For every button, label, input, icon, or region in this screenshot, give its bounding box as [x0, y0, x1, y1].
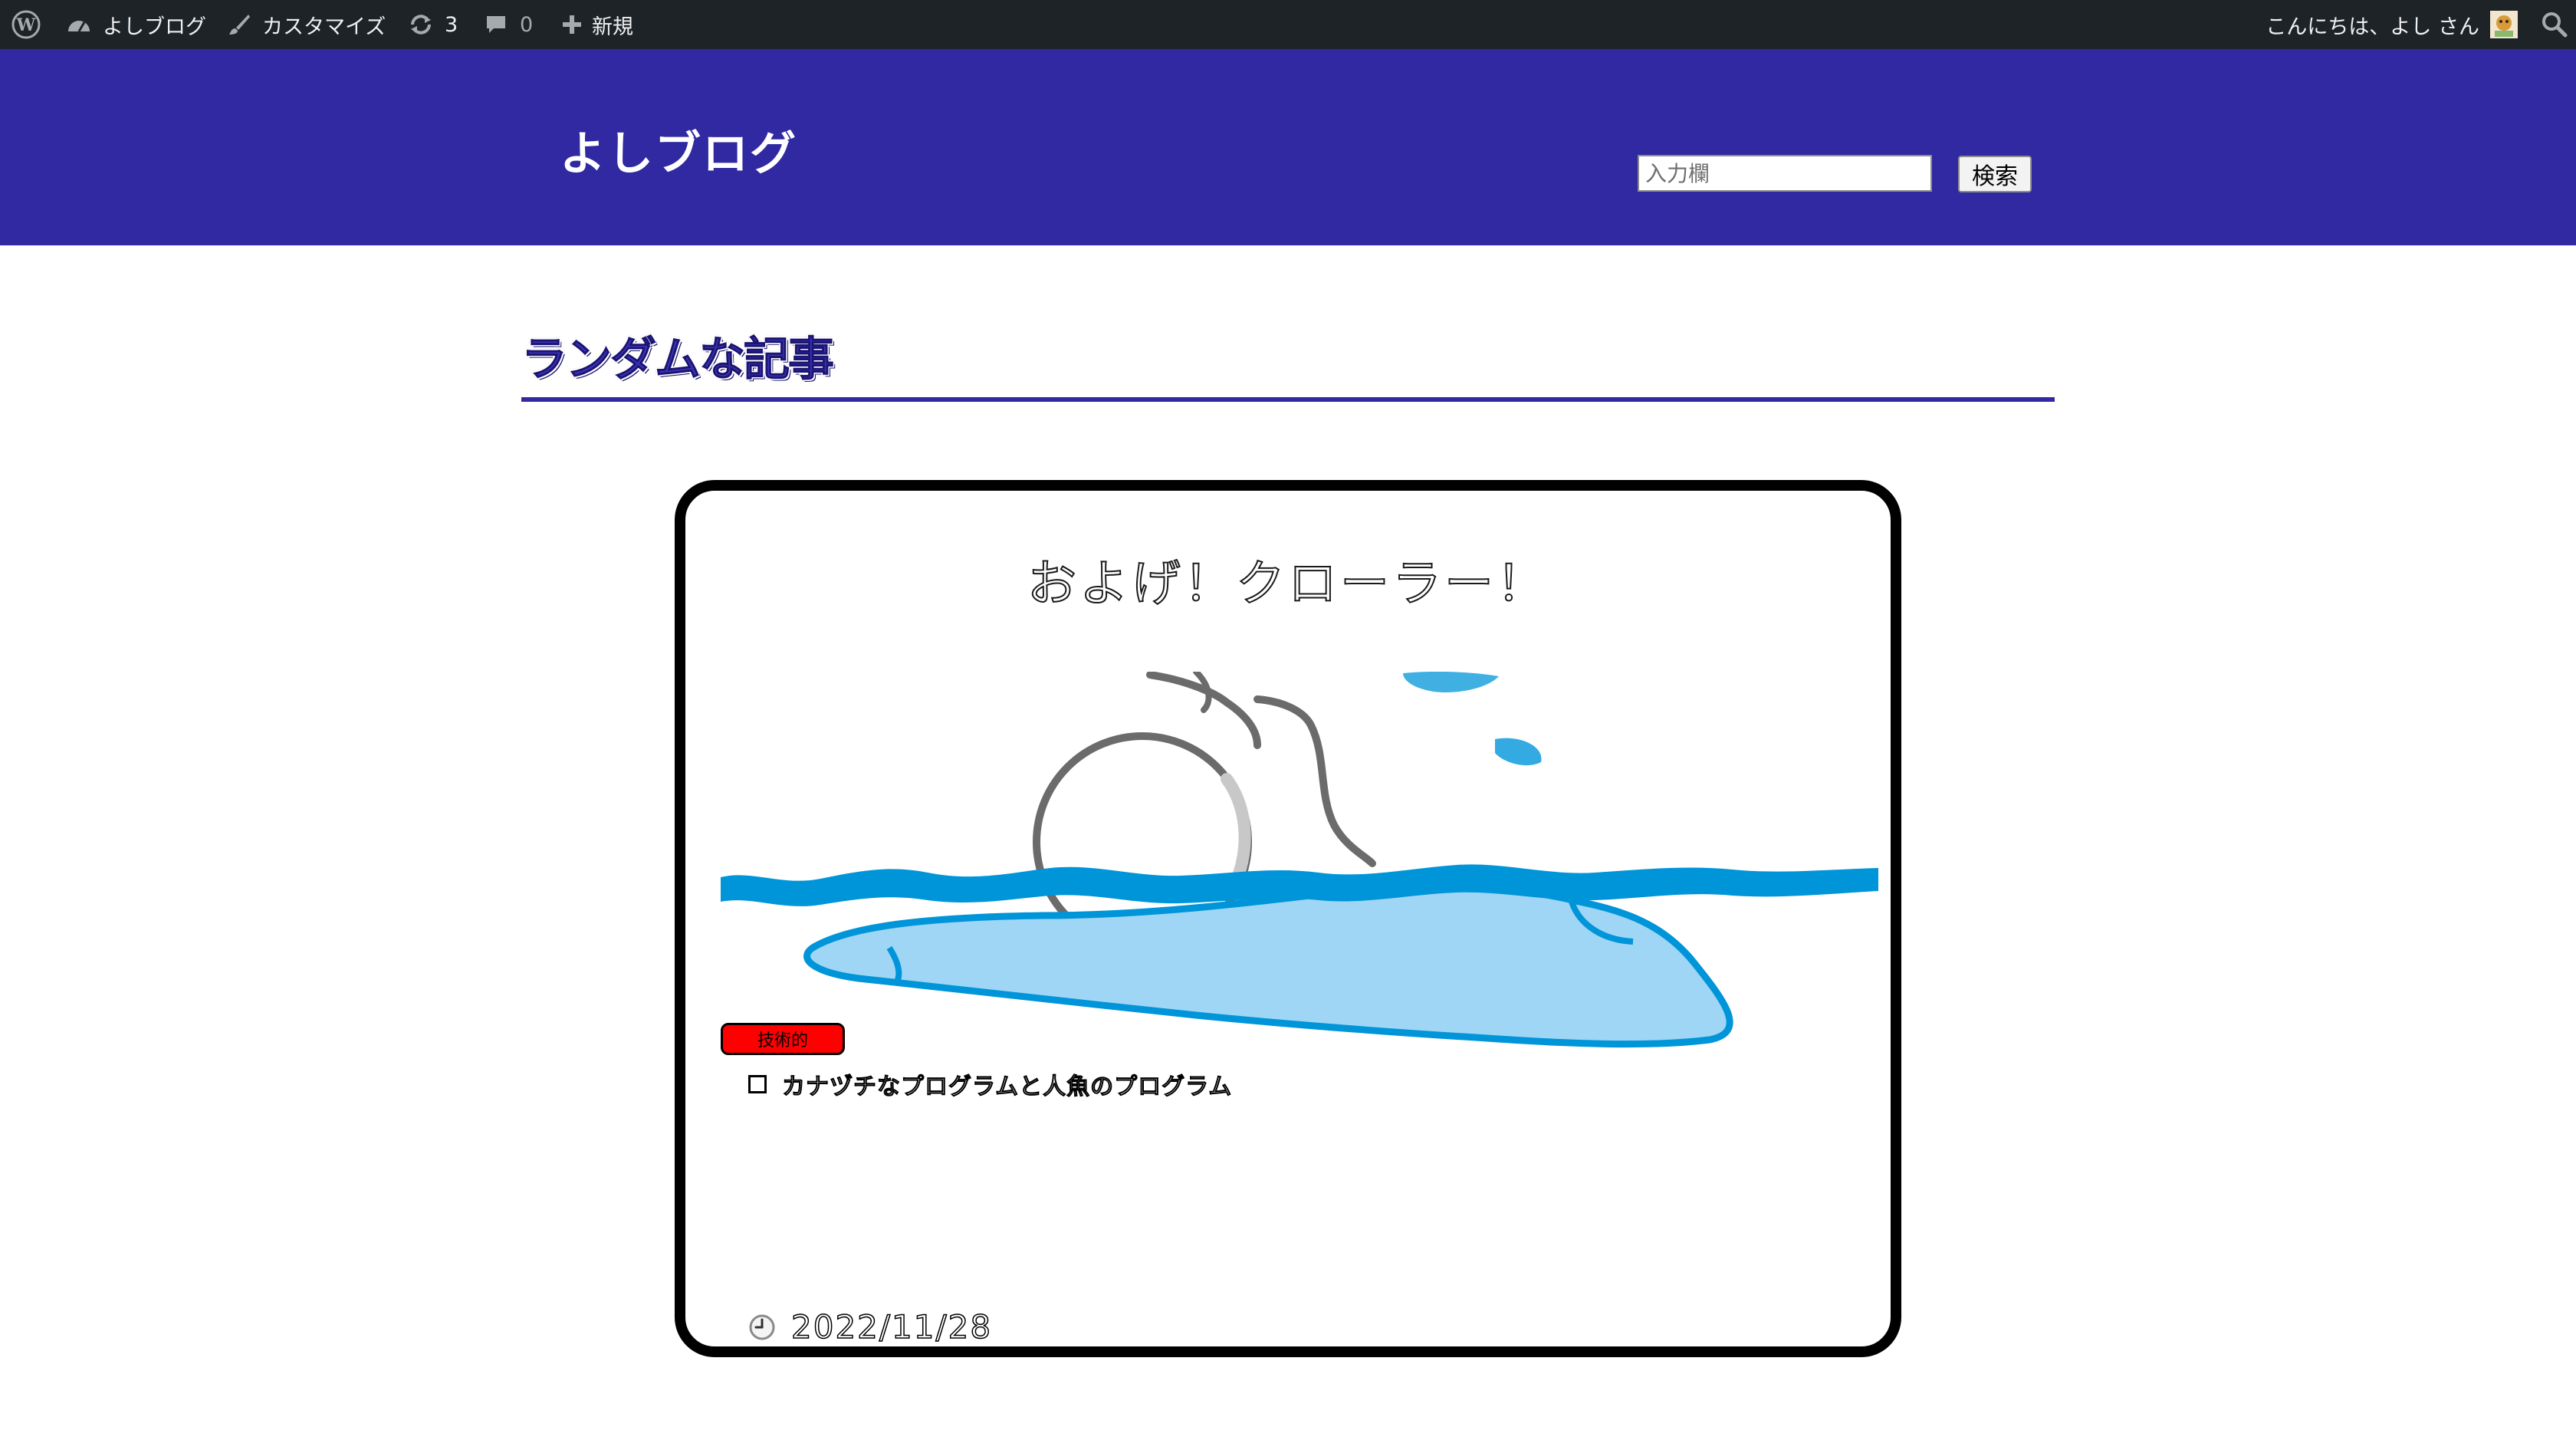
comment-icon	[485, 13, 508, 36]
svg-text:W: W	[16, 15, 36, 35]
site-title[interactable]: よしブログ	[560, 117, 797, 183]
refresh-icon	[408, 13, 434, 36]
related-post-row: カナヅチなプログラムと人魚のプログラム	[748, 1067, 1232, 1101]
post-date: 2022/11/28	[790, 1307, 993, 1346]
admin-site-menu[interactable]: よしブログ	[66, 0, 206, 49]
updates-count: 3	[445, 12, 458, 37]
admin-new-label: 新規	[592, 15, 633, 39]
post-thumbnail[interactable]	[721, 672, 1878, 1055]
brush-icon	[227, 12, 251, 37]
nav-about[interactable]: 自己紹介	[1796, 258, 1906, 295]
admin-new-menu[interactable]: 新規	[561, 0, 633, 49]
nav-home[interactable]: ホーム	[1674, 258, 1756, 295]
nav-contact[interactable]: お問合せ	[1943, 258, 2053, 295]
site-header: よしブログ 検索 ホーム 自己紹介 お問合せ	[0, 49, 2576, 294]
clock-icon	[749, 1314, 775, 1340]
admin-account-menu[interactable]: こんにちは、よし さん	[2266, 0, 2518, 49]
admin-bar: W よしブログ カスタマイズ 3 0 新規 こんにちは、よし さん	[0, 0, 2576, 49]
avatar	[2490, 11, 2518, 38]
dashboard-icon	[66, 13, 92, 36]
admin-customize-menu[interactable]: カスタマイズ	[227, 0, 386, 49]
section-heading: ランダムな記事	[521, 333, 835, 387]
wordpress-logo-icon[interactable]: W	[11, 0, 41, 49]
admin-comments-menu[interactable]: 0	[485, 0, 533, 49]
random-post-card[interactable]: およげ！クローラー！ 技術的 カナヅチなプログラムと人魚のプログラム 2022/…	[675, 480, 1901, 1357]
related-post-link[interactable]: カナヅチなプログラムと人魚のプログラム	[781, 1067, 1232, 1101]
post-date-row: 2022/11/28	[748, 1307, 993, 1346]
plus-icon	[561, 14, 583, 35]
post-title[interactable]: およげ！クローラー！	[685, 544, 1891, 615]
admin-customize-label: カスタマイズ	[262, 15, 386, 39]
search-input[interactable]	[1638, 155, 1932, 192]
comments-count: 0	[520, 12, 534, 37]
section-divider	[521, 397, 2055, 402]
search-icon[interactable]	[2541, 0, 2568, 49]
admin-updates-menu[interactable]: 3	[408, 0, 458, 49]
checkbox-icon	[748, 1075, 767, 1093]
category-badge[interactable]: 技術的	[721, 1023, 845, 1055]
admin-greeting: こんにちは、よし さん	[2266, 15, 2479, 39]
admin-site-name: よしブログ	[103, 15, 206, 39]
search-button[interactable]: 検索	[1958, 156, 2032, 192]
